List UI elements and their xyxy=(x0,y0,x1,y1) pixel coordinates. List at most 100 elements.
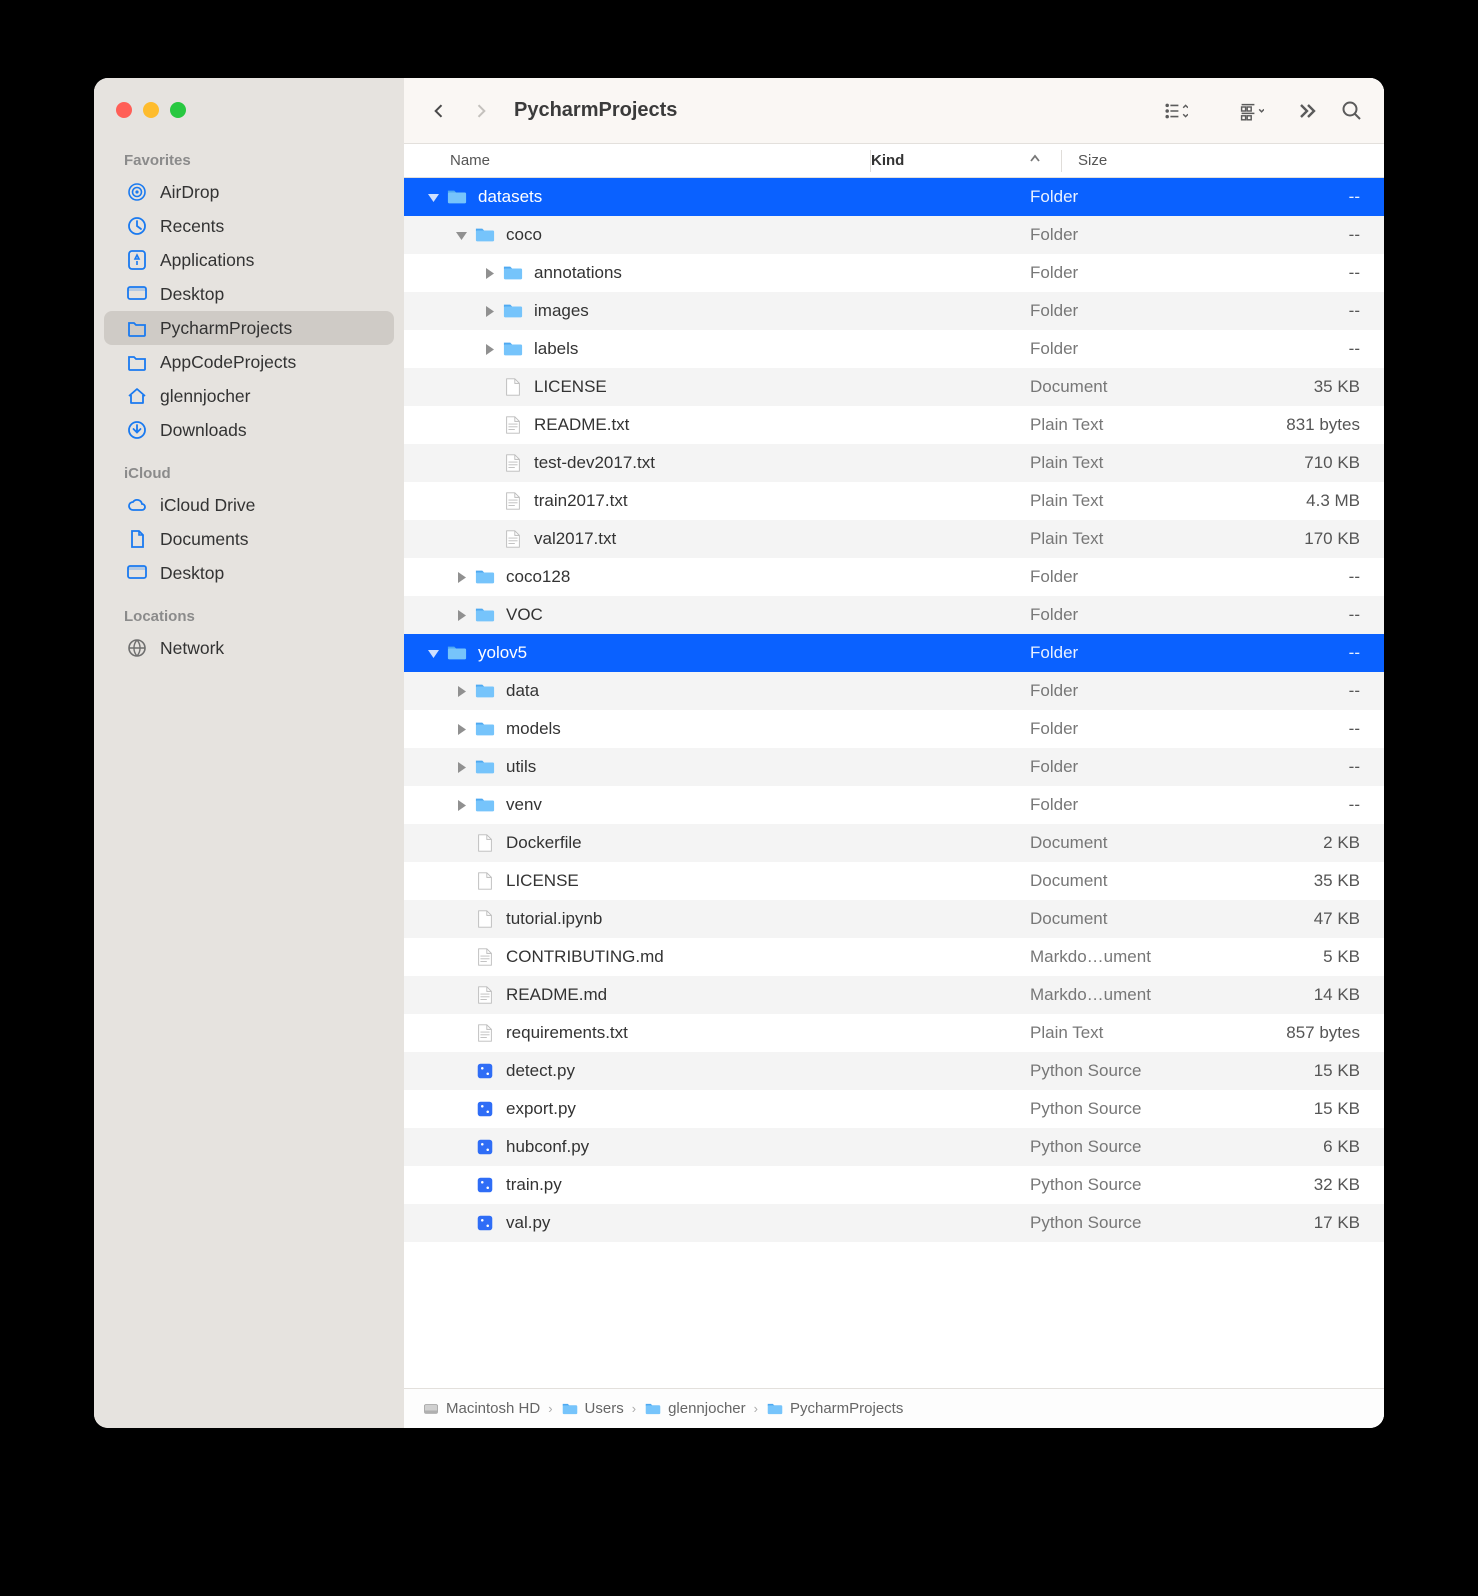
file-size: -- xyxy=(1230,263,1360,283)
file-row[interactable]: DockerfileDocument2 KB xyxy=(404,824,1384,862)
file-row[interactable]: yolov5Folder-- xyxy=(404,634,1384,672)
column-name[interactable]: Name xyxy=(450,152,870,169)
sidebar-item-glennjocher[interactable]: glennjocher xyxy=(104,379,394,413)
disclosure-triangle[interactable] xyxy=(450,230,472,241)
file-row[interactable]: export.pyPython Source15 KB xyxy=(404,1090,1384,1128)
path-crumb-macintosh-hd[interactable]: Macintosh HD xyxy=(422,1400,540,1417)
file-row[interactable]: val.pyPython Source17 KB xyxy=(404,1204,1384,1242)
sidebar-item-appcodeprojects[interactable]: AppCodeProjects xyxy=(104,345,394,379)
file-name: datasets xyxy=(478,187,1030,207)
file-size: 2 KB xyxy=(1230,833,1360,853)
file-row[interactable]: detect.pyPython Source15 KB xyxy=(404,1052,1384,1090)
disclosure-triangle[interactable] xyxy=(450,800,472,811)
file-row[interactable]: requirements.txtPlain Text857 bytes xyxy=(404,1014,1384,1052)
file-row[interactable]: LICENSEDocument35 KB xyxy=(404,368,1384,406)
column-size[interactable]: Size xyxy=(1062,152,1192,169)
folder-icon xyxy=(444,642,470,664)
disclosure-triangle[interactable] xyxy=(450,686,472,697)
file-row[interactable]: cocoFolder-- xyxy=(404,216,1384,254)
sidebar-item-documents[interactable]: Documents xyxy=(104,522,394,556)
file-row[interactable]: val2017.txtPlain Text170 KB xyxy=(404,520,1384,558)
disclosure-triangle[interactable] xyxy=(450,724,472,735)
file-kind: Folder xyxy=(1030,719,1230,739)
sidebar-item-downloads[interactable]: Downloads xyxy=(104,413,394,447)
file-row[interactable]: tutorial.ipynbDocument47 KB xyxy=(404,900,1384,938)
file-row[interactable]: LICENSEDocument35 KB xyxy=(404,862,1384,900)
path-bar: Macintosh HD›Users›glennjocher›PycharmPr… xyxy=(404,1388,1384,1428)
path-crumb-users[interactable]: Users xyxy=(561,1400,624,1417)
sidebar-item-label: PycharmProjects xyxy=(160,318,292,339)
file-row[interactable]: datasetsFolder-- xyxy=(404,178,1384,216)
file-size: -- xyxy=(1230,643,1360,663)
forward-button[interactable] xyxy=(466,96,496,126)
disclosure-triangle[interactable] xyxy=(422,192,444,203)
file-row[interactable]: venvFolder-- xyxy=(404,786,1384,824)
sidebar-item-label: iCloud Drive xyxy=(160,495,255,516)
file-row[interactable]: train.pyPython Source32 KB xyxy=(404,1166,1384,1204)
sidebar-item-desktop[interactable]: Desktop xyxy=(104,556,394,590)
file-row[interactable]: coco128Folder-- xyxy=(404,558,1384,596)
disclosure-triangle[interactable] xyxy=(450,572,472,583)
sidebar-item-pycharmprojects[interactable]: PycharmProjects xyxy=(104,311,394,345)
sidebar-item-desktop[interactable]: Desktop xyxy=(104,277,394,311)
view-list-button[interactable] xyxy=(1164,99,1188,123)
path-crumb-pycharmprojects[interactable]: PycharmProjects xyxy=(766,1400,903,1417)
disclosure-triangle[interactable] xyxy=(422,648,444,659)
back-button[interactable] xyxy=(424,96,454,126)
minimize-button[interactable] xyxy=(143,102,159,118)
file-list[interactable]: datasetsFolder--cocoFolder--annotationsF… xyxy=(404,178,1384,1388)
path-separator: › xyxy=(632,1401,636,1416)
file-row[interactable]: imagesFolder-- xyxy=(404,292,1384,330)
sidebar-item-recents[interactable]: Recents xyxy=(104,209,394,243)
folder-icon xyxy=(472,566,498,588)
overflow-button[interactable] xyxy=(1294,99,1318,123)
window-title: PycharmProjects xyxy=(514,99,677,122)
file-kind: Plain Text xyxy=(1030,491,1230,511)
group-button[interactable] xyxy=(1240,99,1264,123)
file-row[interactable]: utilsFolder-- xyxy=(404,748,1384,786)
file-row[interactable]: README.txtPlain Text831 bytes xyxy=(404,406,1384,444)
file-name: yolov5 xyxy=(478,643,1030,663)
file-name: utils xyxy=(506,757,1030,777)
sidebar-section-favorites: Favorites xyxy=(94,144,404,175)
file-row[interactable]: test-dev2017.txtPlain Text710 KB xyxy=(404,444,1384,482)
disclosure-triangle[interactable] xyxy=(478,268,500,279)
file-name: coco128 xyxy=(506,567,1030,587)
file-row[interactable]: hubconf.pyPython Source6 KB xyxy=(404,1128,1384,1166)
file-name: train.py xyxy=(506,1175,1030,1195)
search-button[interactable] xyxy=(1340,99,1364,123)
sidebar-item-label: Network xyxy=(160,638,224,659)
file-row[interactable]: train2017.txtPlain Text4.3 MB xyxy=(404,482,1384,520)
network-icon xyxy=(126,637,148,659)
sidebar-item-icloud-drive[interactable]: iCloud Drive xyxy=(104,488,394,522)
file-row[interactable]: labelsFolder-- xyxy=(404,330,1384,368)
file-row[interactable]: CONTRIBUTING.mdMarkdo…ument5 KB xyxy=(404,938,1384,976)
column-kind[interactable]: Kind xyxy=(871,152,1061,169)
sidebar-item-applications[interactable]: Applications xyxy=(104,243,394,277)
file-kind: Markdo…ument xyxy=(1030,947,1230,967)
file-row[interactable]: VOCFolder-- xyxy=(404,596,1384,634)
disclosure-triangle[interactable] xyxy=(450,610,472,621)
file-row[interactable]: README.mdMarkdo…ument14 KB xyxy=(404,976,1384,1014)
folder-icon xyxy=(472,680,498,702)
sidebar-item-network[interactable]: Network xyxy=(104,631,394,665)
file-size: -- xyxy=(1230,757,1360,777)
file-row[interactable]: modelsFolder-- xyxy=(404,710,1384,748)
disclosure-triangle[interactable] xyxy=(450,762,472,773)
py-icon xyxy=(472,1098,498,1120)
disclosure-triangle[interactable] xyxy=(478,344,500,355)
path-crumb-glennjocher[interactable]: glennjocher xyxy=(644,1400,746,1417)
txt-icon xyxy=(472,946,498,968)
txt-icon xyxy=(472,1022,498,1044)
sort-asc-icon xyxy=(1029,152,1041,169)
close-button[interactable] xyxy=(116,102,132,118)
file-size: -- xyxy=(1230,567,1360,587)
file-row[interactable]: annotationsFolder-- xyxy=(404,254,1384,292)
file-row[interactable]: dataFolder-- xyxy=(404,672,1384,710)
sidebar-item-airdrop[interactable]: AirDrop xyxy=(104,175,394,209)
disclosure-triangle[interactable] xyxy=(478,306,500,317)
zoom-button[interactable] xyxy=(170,102,186,118)
file-kind: Document xyxy=(1030,909,1230,929)
doc-icon xyxy=(472,832,498,854)
airdrop-icon xyxy=(126,181,148,203)
